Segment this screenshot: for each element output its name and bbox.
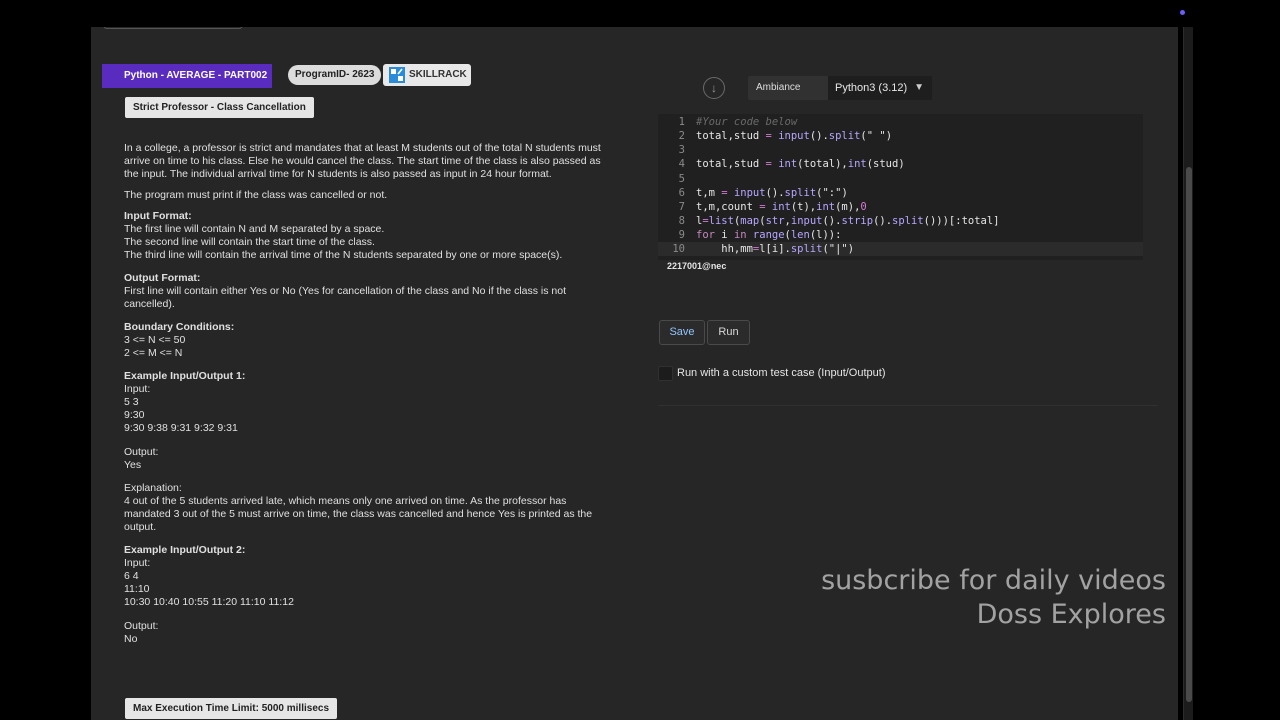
problem-description: In a college, a professor is strict and … [124,142,614,656]
example-1-explanation: 4 out of the 5 students arrived late, wh… [124,495,593,533]
custom-test-checkbox[interactable] [658,366,673,381]
intro-text: In a college, a professor is strict and … [124,142,601,180]
example-2-input-line: 6 4 [124,570,139,582]
example-2-output: No [124,633,138,645]
output-format-section: Output Format: First line will contain e… [124,272,614,311]
line-number: 4 [678,158,685,170]
skillrack-badge[interactable]: SKILLRACK [383,64,471,86]
code-line: 7 t,m,count = int(t),int(m),0 [658,200,1143,214]
example-2-input-line: 11:10 [124,583,150,595]
watermark-line-2: Doss Explores [976,599,1166,630]
watermark-line-1: susbcribe for daily videos [821,565,1166,596]
code-editor[interactable]: 1 #Your code below 2 total,stud = input().… [658,114,1143,260]
category-badge: Python - AVERAGE - PART002 [102,64,272,88]
input-format-section: Input Format: The first line will contai… [124,210,614,262]
code-line: 3 [658,143,1143,157]
code-line: 2 total,stud = input().split(" ") [658,129,1143,143]
task-text: The program must print if the class was … [124,189,388,201]
divider [658,405,1158,406]
program-id-pill: ProgramID- 2623 [288,65,382,85]
scrollbar[interactable] [1183,27,1193,720]
save-button[interactable]: Save [659,320,705,345]
line-number: 3 [678,144,685,156]
example-1-section: Example Input/Output 1: Input: 5 3 9:30 … [124,370,614,534]
execution-limit-badge: Max Execution Time Limit: 5000 millisecs [125,698,338,719]
line-number: 2 [678,130,685,142]
example-2-heading: Example Input/Output 2: [124,544,246,556]
skillrack-logo-icon [389,67,405,83]
status-dot [1180,10,1185,15]
code-line: 4 total,stud = int(total),int(stud) [658,157,1143,171]
output-format-heading: Output Format: [124,272,201,284]
example-1-input-line: 5 3 [124,396,139,408]
boundary-line: 2 <= M <= N [124,347,183,359]
example-1-input-line: 9:30 9:38 9:31 9:32 9:31 [124,422,238,434]
problem-title: Strict Professor - Class Cancellation [125,97,314,118]
example-1-heading: Example Input/Output 1: [124,370,246,382]
boundary-heading: Boundary Conditions: [124,321,235,333]
ambiance-selector[interactable]: Ambiance [748,76,828,100]
code-line: 8 l=list(map(str,input().strip().split())… [658,214,1143,228]
language-select[interactable]: Python3 (3.12) ▼ [828,76,932,100]
user-id: 2217001@nec [667,261,727,271]
output-format-text: First line will contain either Yes or No… [124,285,566,310]
code-line: 6 t,m = input().split(":") [658,186,1143,200]
example-1-explanation-label: Explanation: [124,482,182,494]
boundary-section: Boundary Conditions: 3 <= N <= 50 2 <= M… [124,321,614,360]
input-format-line: The second line will contain the start t… [124,236,375,248]
input-format-heading: Input Format: [124,210,192,222]
line-number: 7 [678,201,685,213]
code-line: 10 hh,mm=l[i].split("|") [658,242,1143,257]
example-1-output-label: Output: [124,446,159,458]
code-line: 5 [658,172,1143,186]
line-number: 10 [672,243,685,255]
input-format-line: The third line will contain the arrival … [124,249,563,261]
chevron-down-icon: ▼ [914,82,924,93]
line-number: 9 [678,229,685,241]
code-line: 9 for i in range(len(l)): [658,228,1143,242]
line-number: 5 [678,173,685,185]
boundary-line: 3 <= N <= 50 [124,334,186,346]
download-button[interactable]: ↓ [703,77,725,99]
line-number: 6 [678,187,685,199]
code-line: 1 #Your code below [658,115,1143,129]
top-button-edge [103,27,243,29]
example-1-input-label: Input: [124,383,151,395]
brand-label: SKILLRACK [409,69,467,80]
run-button[interactable]: Run [707,320,750,345]
example-2-input-line: 10:30 10:40 10:55 11:20 11:10 11:12 [124,596,294,608]
example-2-input-label: Input: [124,557,151,569]
language-label: Python3 (3.12) [835,82,908,94]
example-2-output-label: Output: [124,620,159,632]
example-1-output: Yes [124,459,142,471]
custom-test-label: Run with a custom test case (Input/Outpu… [677,367,886,379]
line-number: 1 [678,116,685,128]
input-format-line: The first line will contain N and M sepa… [124,223,385,235]
line-number: 8 [678,215,685,227]
example-2-section: Example Input/Output 2: Input: 6 4 11:10… [124,544,614,646]
example-1-input-line: 9:30 [124,409,145,421]
scrollbar-thumb[interactable] [1186,167,1192,702]
download-icon: ↓ [711,81,717,95]
